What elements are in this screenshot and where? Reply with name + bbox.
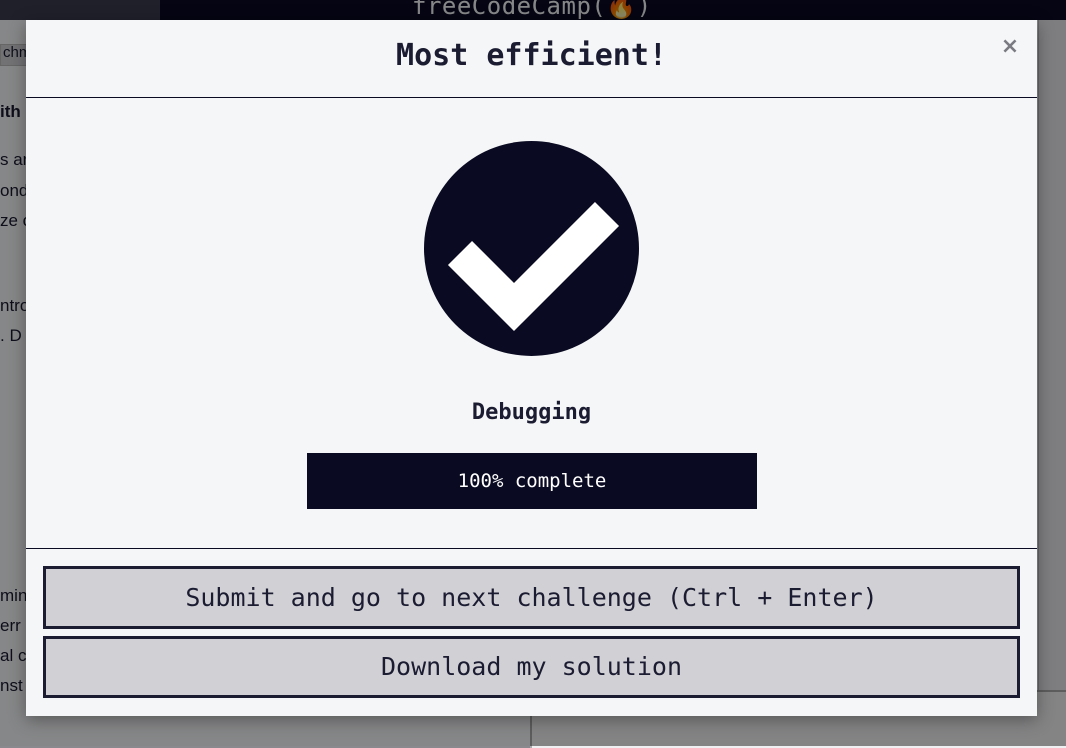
progress-bar: 100% complete xyxy=(307,453,757,509)
modal-title: Most efficient! xyxy=(396,38,667,73)
checkmark-circle-icon xyxy=(424,141,639,356)
modal-divider xyxy=(26,548,1037,549)
close-icon[interactable]: × xyxy=(999,36,1021,58)
challenge-name: Debugging xyxy=(471,400,592,425)
modal-header: Most efficient! × xyxy=(26,20,1037,98)
download-solution-button[interactable]: Download my solution xyxy=(43,636,1020,698)
completion-modal: Most efficient! × Debugging 100% complet… xyxy=(26,20,1037,716)
submit-next-challenge-button[interactable]: Submit and go to next challenge (Ctrl + … xyxy=(43,566,1020,629)
progress-label: 100% complete xyxy=(457,470,607,492)
